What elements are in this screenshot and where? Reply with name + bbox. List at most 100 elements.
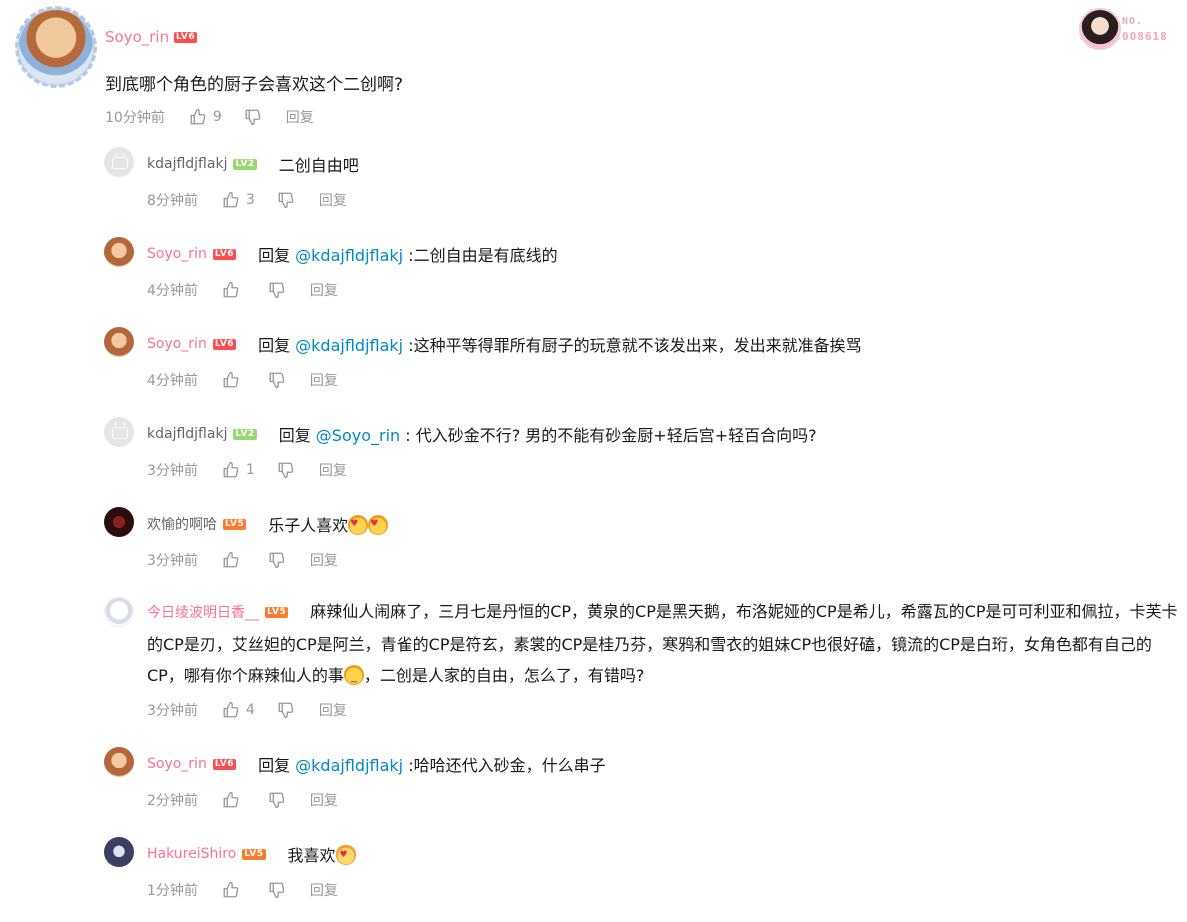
dislike-button[interactable] bbox=[268, 881, 286, 899]
avatar[interactable] bbox=[104, 327, 134, 357]
reply-button[interactable]: 回复 bbox=[310, 880, 338, 900]
timestamp: 3分钟前 bbox=[147, 553, 198, 569]
reply-item: 欢愉的啊哈 LV5 乐子人喜欢 bbox=[147, 512, 389, 536]
timestamp: 2分钟前 bbox=[147, 793, 198, 809]
timestamp: 4分钟前 bbox=[147, 283, 198, 299]
thumbs-up-icon bbox=[223, 551, 239, 568]
like-button[interactable] bbox=[222, 371, 246, 389]
love-emoji-icon bbox=[348, 515, 369, 535]
cat-love-emoji-icon bbox=[335, 845, 356, 865]
like-count: 3 bbox=[245, 192, 255, 208]
reply-button[interactable]: 回复 bbox=[319, 190, 347, 210]
main-comment-header: Soyo_rin LV6 bbox=[105, 28, 198, 46]
reply-text: :哈哈还代入砂金，什么串子 bbox=[403, 756, 606, 775]
dislike-button[interactable] bbox=[277, 701, 295, 719]
level-badge: LV6 bbox=[212, 338, 237, 350]
reply-button[interactable]: 回复 bbox=[310, 370, 338, 390]
reply-button[interactable]: 回复 bbox=[310, 790, 338, 810]
dislike-button[interactable] bbox=[268, 791, 286, 809]
dislike-button[interactable] bbox=[277, 461, 295, 479]
reply-text: 麻辣仙人闹麻了，三月七是丹恒的CP，黄泉的CP是黑天鹅，布洛妮娅的CP是希儿，希… bbox=[147, 602, 1178, 685]
reply-item: 今日绫波明日香__ LV5 麻辣仙人闹麻了，三月七是丹恒的CP，黄泉的CP是黑天鹅，… bbox=[147, 596, 1182, 698]
like-button[interactable] bbox=[222, 551, 246, 569]
reply-item: Soyo_rin LV6 回复 @kdajfldjflakj :哈哈还代入砂金，… bbox=[147, 752, 606, 776]
like-button[interactable] bbox=[222, 281, 246, 299]
dislike-button[interactable] bbox=[277, 191, 295, 209]
timestamp: 1分钟前 bbox=[147, 883, 198, 899]
username[interactable]: Soyo_rin bbox=[147, 246, 207, 262]
like-button[interactable]: 4 bbox=[222, 701, 255, 719]
comment-text: 到底哪个角色的厨子会喜欢这个二创啊? bbox=[105, 75, 404, 95]
like-button[interactable] bbox=[222, 881, 246, 899]
reply-button[interactable]: 回复 bbox=[310, 280, 338, 300]
timestamp: 10分钟前 bbox=[105, 110, 165, 126]
thumbs-down-icon bbox=[269, 792, 285, 809]
reply-text: : 代入砂金不行? 男的不能有砂金厨+轻后宫+轻百合向吗? bbox=[400, 426, 817, 445]
badge-no-label: NO. bbox=[1122, 16, 1144, 27]
reply-meta: 2分钟前 回复 bbox=[147, 790, 338, 810]
dislike-button[interactable] bbox=[268, 281, 286, 299]
reply-meta: 4分钟前 回复 bbox=[147, 370, 338, 390]
reply-button[interactable]: 回复 bbox=[319, 700, 347, 720]
reply-item: HakureiShiro LV5 我喜欢 bbox=[147, 842, 356, 866]
reply-prefix: 回复 bbox=[258, 336, 296, 355]
dislike-button[interactable] bbox=[268, 551, 286, 569]
username[interactable]: kdajfldjflakj bbox=[147, 426, 227, 442]
avatar[interactable] bbox=[15, 6, 97, 88]
thumbs-up-icon bbox=[223, 791, 239, 808]
reply-button[interactable]: 回复 bbox=[310, 550, 338, 570]
mention-link[interactable]: @kdajfldjflakj bbox=[295, 336, 403, 355]
thumbs-up-icon bbox=[223, 281, 239, 298]
avatar[interactable] bbox=[104, 597, 134, 627]
avatar[interactable] bbox=[104, 507, 134, 537]
avatar[interactable] bbox=[104, 747, 134, 777]
mention-link[interactable]: @Soyo_rin bbox=[316, 426, 400, 445]
level-badge: LV2 bbox=[233, 158, 257, 170]
timestamp: 3分钟前 bbox=[147, 703, 198, 719]
smug-emoji-icon bbox=[343, 665, 364, 698]
reply-button[interactable]: 回复 bbox=[319, 460, 347, 480]
level-badge: LV5 bbox=[223, 518, 247, 530]
reply-meta: 3分钟前 1 回复 bbox=[147, 460, 347, 480]
level-badge: LV6 bbox=[212, 248, 237, 260]
mention-link[interactable]: @kdajfldjflakj bbox=[295, 756, 403, 775]
username[interactable]: HakureiShiro bbox=[147, 846, 236, 862]
reply-meta: 8分钟前 3 回复 bbox=[147, 190, 347, 210]
level-badge: LV2 bbox=[233, 428, 257, 440]
dislike-button[interactable] bbox=[268, 371, 286, 389]
dislike-button[interactable] bbox=[244, 108, 262, 126]
reply-button[interactable]: 回复 bbox=[286, 107, 314, 127]
reply-meta: 3分钟前 回复 bbox=[147, 550, 338, 570]
username[interactable]: Soyo_rin bbox=[105, 28, 169, 46]
avatar[interactable] bbox=[104, 147, 134, 177]
thumbs-up-icon bbox=[223, 881, 239, 898]
avatar[interactable] bbox=[104, 837, 134, 867]
mention-link[interactable]: @kdajfldjflakj bbox=[295, 246, 403, 265]
like-button[interactable]: 3 bbox=[222, 191, 255, 209]
thumbs-down-icon bbox=[269, 552, 285, 569]
username[interactable]: Soyo_rin bbox=[147, 756, 207, 772]
username[interactable]: 今日绫波明日香__ bbox=[147, 605, 259, 621]
username[interactable]: kdajfldjflakj bbox=[147, 156, 227, 172]
comment-thread: Soyo_rin LV6 到底哪个角色的厨子会喜欢这个二创啊? 10分钟前 9 … bbox=[0, 0, 1187, 922]
reply-meta: 4分钟前 回复 bbox=[147, 280, 338, 300]
like-button[interactable] bbox=[222, 791, 246, 809]
badge-number: 008618 bbox=[1122, 30, 1168, 43]
thumbs-down-icon bbox=[278, 192, 294, 209]
username[interactable]: Soyo_rin bbox=[147, 336, 207, 352]
avatar[interactable] bbox=[104, 237, 134, 267]
reply-item: kdajfldjflakj LV2 二创自由吧 bbox=[147, 152, 359, 176]
like-button[interactable]: 9 bbox=[189, 108, 222, 126]
avatar-frame bbox=[15, 6, 97, 88]
level-badge: LV6 bbox=[173, 32, 198, 43]
thumbs-up-icon bbox=[223, 461, 239, 478]
username[interactable]: 欢愉的啊哈 bbox=[147, 514, 217, 534]
like-button[interactable]: 1 bbox=[222, 461, 255, 479]
avatar[interactable] bbox=[104, 417, 134, 447]
reply-text: 我喜欢 bbox=[287, 846, 336, 865]
reply-text: :这种平等得罪所有厨子的玩意就不该发出来，发出来就准备挨骂 bbox=[403, 336, 862, 355]
reply-prefix: 回复 bbox=[258, 246, 296, 265]
thumbs-down-icon bbox=[269, 882, 285, 899]
reply-item: Soyo_rin LV6 回复 @kdajfldjflakj :这种平等得罪所有… bbox=[147, 332, 862, 356]
like-count: 4 bbox=[245, 702, 255, 718]
